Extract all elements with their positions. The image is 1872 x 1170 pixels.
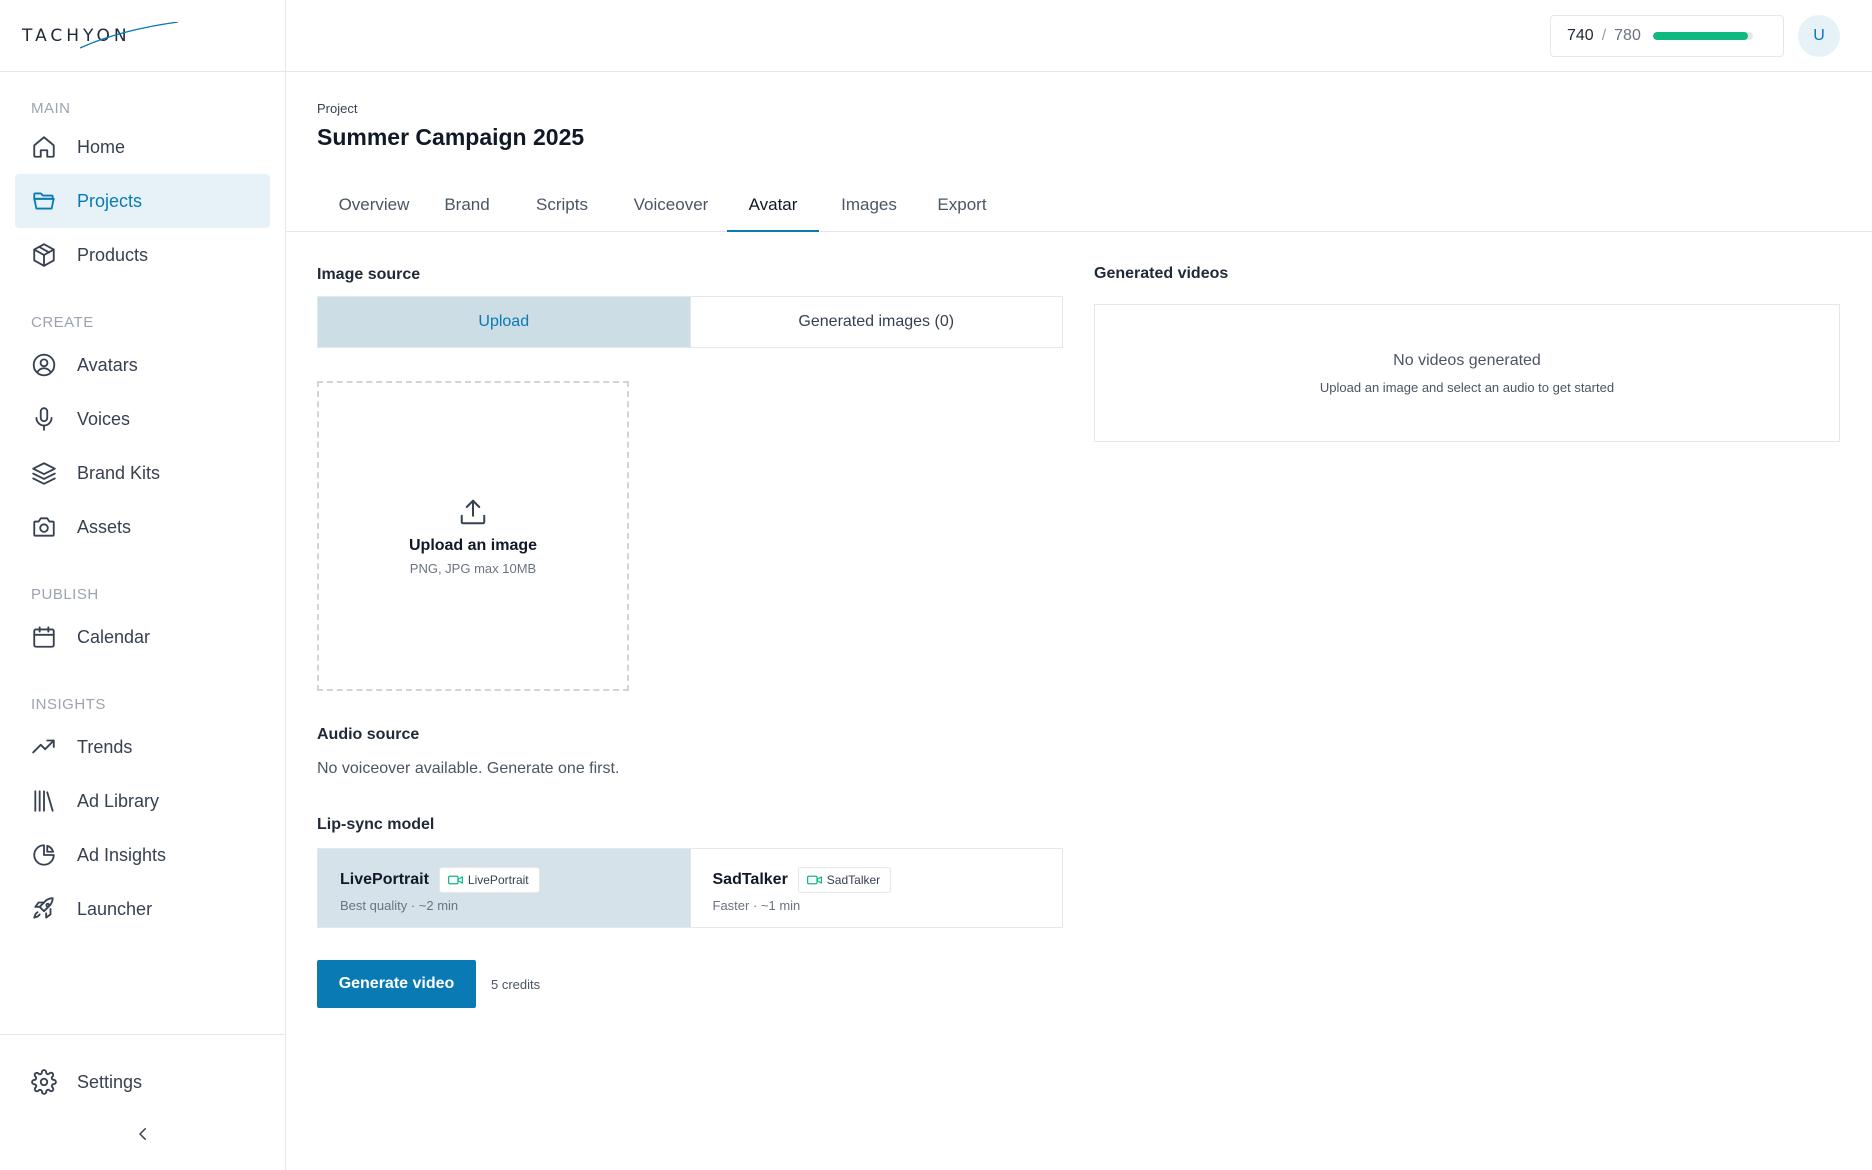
sidebar-item-ad-library[interactable]: Ad Library [15, 774, 270, 828]
video-camera-icon [806, 875, 822, 885]
tab-brand[interactable]: Brand [443, 180, 491, 232]
library-icon [34, 790, 54, 812]
sidebar-item-trends[interactable]: Trends [15, 720, 270, 774]
generate-video-button[interactable]: Generate video [317, 960, 476, 1008]
topbar: 740 / 780 U [286, 0, 1872, 72]
lipsync-model-label: Lip-sync model [317, 816, 435, 833]
sidebar-item-label: Voices [77, 408, 131, 429]
rocket-icon [33, 897, 54, 919]
sidebar-item-ad-insights[interactable]: Ad Insights [15, 828, 270, 882]
nav-section-main: MAIN [31, 100, 71, 117]
project-label: Project [317, 101, 358, 116]
chevron-left-icon [138, 1128, 146, 1140]
page-title: Summer Campaign 2025 [317, 124, 585, 150]
user-circle-icon [32, 353, 56, 377]
upload-hint: PNG, JPG max 10MB [409, 560, 537, 576]
video-camera-icon [447, 875, 463, 885]
tab-export[interactable]: Export [934, 180, 990, 232]
sidebar-item-label: Ad Insights [77, 844, 167, 865]
generate-cost: 5 credits [491, 977, 541, 992]
model-option-liveportrait[interactable]: LivePortrait LivePortrait Best quality ·… [318, 849, 690, 927]
sidebar-item-label: Calendar [77, 626, 151, 647]
trending-up-icon [32, 739, 55, 754]
camera-icon [33, 517, 55, 537]
sidebar-item-home[interactable]: Home [15, 120, 270, 174]
box-icon [33, 243, 55, 267]
image-source-toggle: Upload Generated images (0) [317, 296, 1063, 348]
nav-section-create: CREATE [31, 314, 94, 331]
model-badge-label: LivePortrait [467, 873, 529, 887]
model-description: Best quality · ~2 min [340, 898, 459, 913]
sidebar-item-label: Ad Library [77, 790, 160, 811]
generated-images-option[interactable]: Generated images (0) [689, 297, 1063, 347]
upload-option[interactable]: Upload [318, 297, 690, 347]
image-dropzone[interactable]: Upload an image PNG, JPG max 10MB [317, 381, 629, 691]
layers-icon [32, 462, 56, 485]
audio-source-label: Audio source [317, 726, 420, 743]
sidebar-item-assets[interactable]: Assets [15, 500, 270, 554]
logo[interactable]: TACHYON [0, 0, 285, 72]
project-tabs: Overview Brand Scripts Voiceover Avatar … [286, 180, 1872, 232]
tab-images[interactable]: Images [837, 180, 901, 232]
upload-icon [460, 499, 486, 524]
model-option-sadtalker[interactable]: SadTalker SadTalker Faster · ~1 min [689, 849, 1063, 927]
sidebar-item-label: Brand Kits [77, 462, 161, 483]
sidebar-item-label: Avatars [77, 354, 138, 375]
credits-separator: / [1601, 27, 1607, 44]
sidebar-item-label: Launcher [77, 898, 153, 919]
generated-videos-empty-state: No videos generated Upload an image and … [1094, 304, 1840, 442]
sidebar-item-voices[interactable]: Voices [15, 392, 270, 446]
model-badge: LivePortrait [438, 867, 540, 893]
credits-total: 780 [1614, 27, 1641, 44]
tab-scripts[interactable]: Scripts [535, 180, 589, 232]
credits-meter[interactable]: 740 / 780 [1550, 15, 1784, 57]
sidebar-item-calendar[interactable]: Calendar [15, 610, 270, 664]
model-name: SadTalker [712, 871, 788, 888]
sidebar-item-label: Settings [77, 1071, 143, 1092]
sidebar-item-launcher[interactable]: Launcher [15, 882, 270, 936]
logo-swoosh-icon [80, 22, 179, 49]
credits-used: 740 [1567, 27, 1594, 44]
sidebar-item-label: Products [77, 244, 149, 265]
pie-chart-icon [33, 844, 55, 866]
credits-progress-fill [1652, 32, 1748, 40]
microphone-icon [35, 407, 53, 431]
tab-avatar[interactable]: Avatar [727, 180, 819, 232]
model-badge: SadTalker [797, 867, 892, 893]
sidebar: TACHYON MAIN Home Projects Products CREA… [0, 0, 286, 1170]
sidebar-item-avatars[interactable]: Avatars [15, 338, 270, 392]
videos-empty-title: No videos generated [1393, 351, 1541, 369]
sidebar-item-projects[interactable]: Projects [15, 174, 270, 228]
sidebar-nav: MAIN Home Projects Products CREATE Avata… [0, 72, 285, 936]
sidebar-item-brand-kits[interactable]: Brand Kits [15, 446, 270, 500]
tab-voiceover[interactable]: Voiceover [631, 180, 711, 232]
model-badge-label: SadTalker [826, 873, 881, 887]
user-avatar[interactable]: U [1798, 15, 1840, 57]
sidebar-item-products[interactable]: Products [15, 228, 270, 282]
home-icon [33, 136, 55, 158]
model-description: Faster · ~1 min [712, 898, 801, 913]
lipsync-model-selector: LivePortrait LivePortrait Best quality ·… [317, 848, 1063, 928]
sidebar-item-settings[interactable]: Settings [15, 1055, 270, 1109]
sidebar-item-label: Assets [77, 516, 132, 537]
tab-overview[interactable]: Overview [338, 180, 410, 232]
nav-section-publish: PUBLISH [31, 586, 99, 603]
main-content: Project Summer Campaign 2025 Overview Br… [286, 72, 1872, 1170]
sidebar-item-label: Projects [77, 190, 143, 211]
folder-icon [33, 192, 55, 210]
calendar-icon [33, 626, 55, 648]
sidebar-footer: Settings [0, 1034, 285, 1170]
sidebar-item-label: Trends [77, 736, 133, 757]
model-name: LivePortrait [340, 871, 429, 888]
nav-section-insights: INSIGHTS [31, 696, 106, 713]
collapse-sidebar-button[interactable] [0, 1119, 285, 1149]
gear-icon [31, 1069, 57, 1095]
videos-empty-hint: Upload an image and select an audio to g… [1319, 379, 1615, 395]
audio-empty-message: No voiceover available. Generate one fir… [317, 760, 620, 777]
sidebar-item-label: Home [77, 136, 126, 157]
image-source-label: Image source [317, 266, 421, 283]
credits-progress-bar [1652, 32, 1753, 40]
generated-videos-label: Generated videos [1094, 265, 1229, 282]
upload-title: Upload an image [408, 536, 538, 554]
